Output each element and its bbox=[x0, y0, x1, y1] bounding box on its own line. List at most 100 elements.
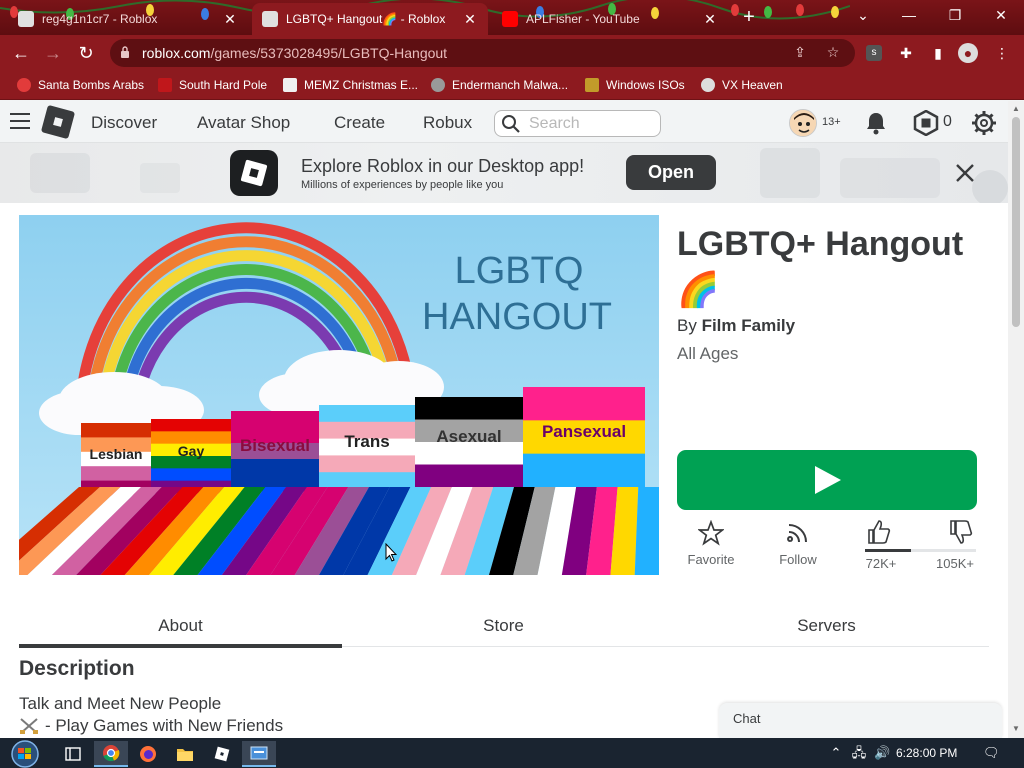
tab-youtube[interactable]: APLFisher - YouTube ✕ bbox=[492, 3, 728, 35]
tab-servers[interactable]: Servers bbox=[665, 616, 988, 636]
address-bar[interactable]: roblox.com/games/5373028495/LGBTQ-Hangou… bbox=[110, 39, 855, 67]
scroll-down-arrow-icon[interactable]: ▼ bbox=[1012, 725, 1020, 733]
taskbar-file-explorer[interactable] bbox=[168, 741, 202, 767]
scroll-up-arrow-icon[interactable]: ▲ bbox=[1012, 105, 1020, 113]
bookmark-star-icon[interactable]: ☆ bbox=[823, 44, 843, 62]
nav-discover[interactable]: Discover bbox=[91, 113, 157, 133]
restore-button[interactable]: ❐ bbox=[932, 0, 978, 30]
profile-avatar-icon[interactable]: ● bbox=[958, 43, 978, 63]
play-icon bbox=[815, 466, 841, 494]
thumbs-down-icon[interactable] bbox=[948, 519, 974, 545]
close-tab-icon[interactable]: ✕ bbox=[462, 11, 478, 28]
flag-stripe bbox=[151, 419, 231, 432]
favorite-label: Favorite bbox=[687, 552, 735, 567]
extensions-puzzle-icon[interactable]: ✚ bbox=[896, 43, 916, 63]
search-placeholder: Search bbox=[529, 115, 580, 132]
snowflake-icon bbox=[158, 78, 172, 92]
flag-stripe bbox=[231, 459, 319, 476]
minimize-button[interactable]: — bbox=[886, 0, 932, 30]
thumbs-up-icon[interactable] bbox=[866, 519, 892, 545]
desktop-app-banner: Explore Roblox in our Desktop app! Milli… bbox=[0, 143, 1008, 203]
reload-button[interactable]: ↻ bbox=[73, 40, 99, 66]
nav-avatar-shop[interactable]: Avatar Shop bbox=[197, 113, 290, 133]
browser-menu-icon[interactable]: ⋮ bbox=[992, 43, 1012, 63]
bookmark-item[interactable]: Santa Bombs Arabs bbox=[17, 76, 144, 94]
chat-label: Chat bbox=[733, 711, 761, 726]
robux-icon[interactable] bbox=[913, 110, 939, 136]
page-scrollbar[interactable]: ▲ ▼ bbox=[1008, 101, 1024, 738]
chat-panel[interactable]: Chat bbox=[719, 703, 1002, 738]
follow-rss-icon bbox=[787, 524, 807, 543]
tab-store[interactable]: Store bbox=[342, 616, 665, 636]
network-icon[interactable]: 🖧 bbox=[851, 745, 867, 761]
close-banner-icon[interactable] bbox=[954, 162, 976, 184]
floor-stripe bbox=[634, 487, 659, 575]
close-window-button[interactable]: ✕ bbox=[978, 0, 1024, 30]
volume-icon[interactable]: 🔊 bbox=[874, 745, 890, 761]
forward-button[interactable]: → bbox=[40, 40, 66, 66]
creator-link[interactable]: Film Family bbox=[702, 316, 796, 335]
bookmark-item[interactable]: VX Heaven bbox=[701, 76, 783, 94]
favorite-button[interactable]: Favorite bbox=[681, 520, 741, 567]
browser-toolbar: ← → ↻ roblox.com/games/5373028495/LGBTQ-… bbox=[0, 35, 1024, 70]
firefox-icon bbox=[140, 746, 156, 762]
vote-ratio-bar bbox=[865, 549, 976, 552]
settings-gear-icon[interactable] bbox=[971, 110, 997, 136]
description-heading: Description bbox=[19, 657, 135, 680]
game-thumbnail[interactable]: LGBTQ HANGOUT Lesbian Gay Bisexual Trans Ase… bbox=[19, 215, 659, 575]
by-label: By bbox=[677, 316, 697, 335]
bookmark-label: MEMZ Christmas E... bbox=[304, 78, 419, 92]
roblox-app-icon bbox=[230, 150, 278, 196]
flag-label: Trans bbox=[344, 432, 389, 451]
close-tab-icon[interactable]: ✕ bbox=[222, 11, 238, 28]
taskbar-firefox[interactable] bbox=[131, 741, 165, 767]
taskbar-clock[interactable]: 6:28:00 PM bbox=[896, 746, 957, 760]
side-panel-icon[interactable]: ▮ bbox=[928, 43, 948, 63]
flag-block-gay: Gay bbox=[151, 419, 231, 494]
windows-start-button[interactable] bbox=[8, 740, 42, 768]
taskbar-roblox[interactable] bbox=[205, 741, 239, 767]
tab-title: APLFisher - YouTube bbox=[526, 12, 640, 26]
bookmark-item[interactable]: Endermanch Malwa... bbox=[431, 76, 568, 94]
tab-search-chevron-icon[interactable]: ⌄ bbox=[840, 0, 886, 30]
lock-icon bbox=[121, 46, 129, 58]
nav-robux[interactable]: Robux bbox=[423, 113, 472, 133]
hamburger-menu-icon[interactable] bbox=[10, 113, 30, 129]
task-view-button[interactable] bbox=[56, 741, 90, 767]
flag-stripe bbox=[415, 397, 523, 420]
play-button[interactable] bbox=[677, 450, 977, 510]
description-line: Talk and Meet New People bbox=[19, 694, 222, 713]
close-tab-icon[interactable]: ✕ bbox=[702, 11, 718, 28]
bookmark-item[interactable]: South Hard Pole bbox=[158, 76, 267, 94]
tab-about[interactable]: About bbox=[19, 616, 342, 636]
downvote-count: 105K+ bbox=[936, 556, 974, 571]
tab-lgbtq-hangout[interactable]: LGBTQ+ Hangout🌈 - Roblox ✕ bbox=[252, 3, 488, 35]
memz-icon bbox=[283, 78, 297, 92]
back-button[interactable]: ← bbox=[8, 40, 34, 66]
tray-overflow-chevron-icon[interactable]: ⌃ bbox=[828, 745, 844, 761]
tab-roblox-profile[interactable]: reg4g1n1cr7 - Roblox ✕ bbox=[8, 3, 248, 35]
game-title: LGBTQ+ Hangout🌈 bbox=[677, 225, 964, 309]
taskbar-chrome[interactable] bbox=[94, 741, 128, 767]
follow-button[interactable]: Follow bbox=[770, 520, 826, 567]
scrollbar-thumb[interactable] bbox=[1012, 117, 1020, 327]
taskbar-app[interactable] bbox=[242, 741, 276, 767]
open-app-button[interactable]: Open bbox=[626, 155, 716, 190]
search-input[interactable]: Search bbox=[494, 110, 661, 137]
browser-tab-strip: reg4g1n1cr7 - Roblox ✕ LGBTQ+ Hangout🌈 -… bbox=[0, 0, 1024, 35]
tab-title: reg4g1n1cr7 - Roblox bbox=[42, 12, 158, 26]
roblox-logo[interactable] bbox=[40, 104, 76, 140]
bookmark-item[interactable]: Windows ISOs bbox=[585, 76, 685, 94]
tab-title: LGBTQ+ Hangout🌈 - Roblox bbox=[286, 12, 446, 26]
extension-s-icon[interactable]: s bbox=[866, 45, 882, 61]
avatar-face-icon bbox=[790, 110, 816, 136]
user-avatar[interactable] bbox=[789, 109, 817, 137]
notifications-bell-icon[interactable] bbox=[863, 110, 889, 136]
nav-create[interactable]: Create bbox=[334, 113, 385, 133]
notifications-icon[interactable]: 🗨 bbox=[983, 745, 1000, 761]
new-tab-button[interactable]: + bbox=[738, 6, 760, 28]
chrome-icon bbox=[103, 745, 120, 762]
bookmark-item[interactable]: MEMZ Christmas E... bbox=[283, 76, 418, 94]
age-badge: 13+ bbox=[822, 116, 841, 128]
share-icon[interactable]: ⇪ bbox=[790, 44, 810, 62]
